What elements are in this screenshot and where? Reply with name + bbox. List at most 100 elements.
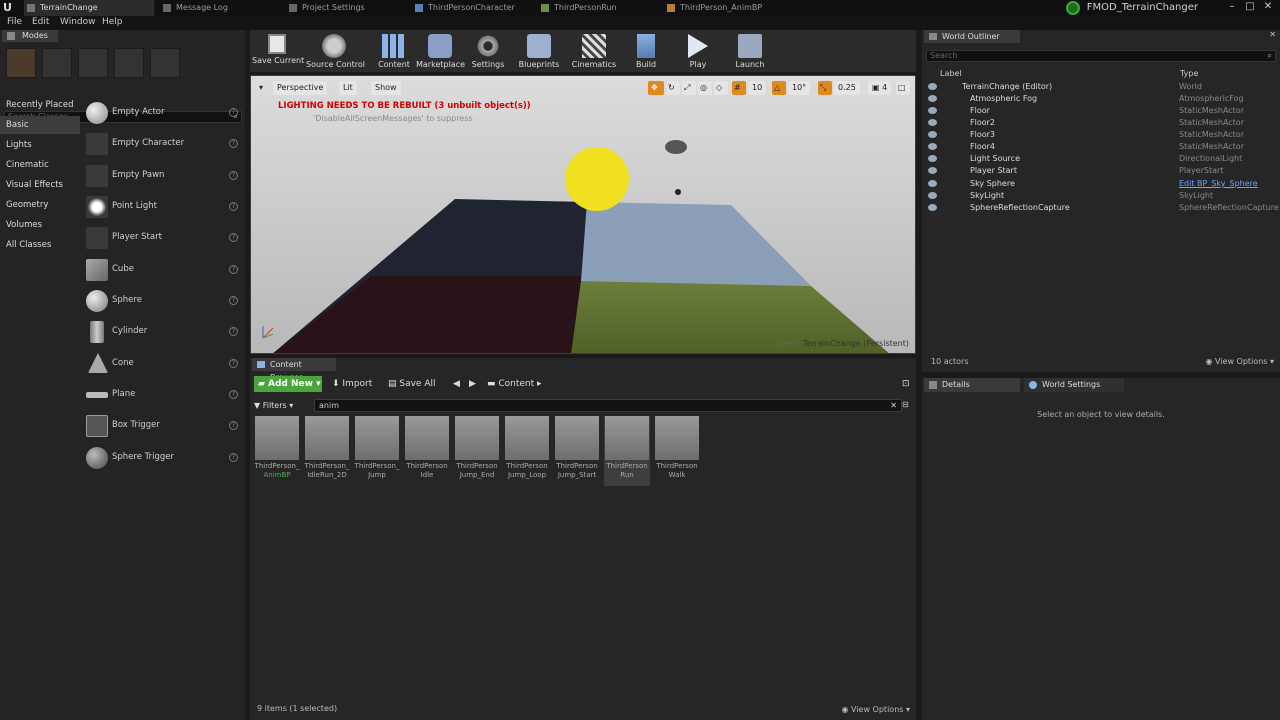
outliner-search-input[interactable]: Search ⌕ <box>926 50 1276 62</box>
outliner-row[interactable]: TerrainChange (Editor) World <box>922 81 1280 93</box>
asset-tile[interactable]: ThirdPerson Walk <box>654 416 700 486</box>
lit-button[interactable]: Lit <box>339 81 357 95</box>
viewport-options-icon[interactable]: ▾ <box>257 81 271 95</box>
visibility-eye-icon[interactable] <box>928 131 937 138</box>
outliner-row[interactable]: Light Source DirectionalLight <box>922 153 1280 165</box>
place-item-empty-pawn[interactable]: Empty Pawn? <box>82 162 242 190</box>
category-all-classes[interactable]: All Classes <box>0 236 80 254</box>
details-tab[interactable]: Details <box>924 378 1020 392</box>
help-icon[interactable]: ? <box>229 202 238 211</box>
asset-tile[interactable]: ThirdPerson_ Jump <box>354 416 400 486</box>
visibility-eye-icon[interactable] <box>928 192 937 199</box>
grid-snap-icon[interactable]: # <box>732 81 746 95</box>
place-item-sphere-trigger[interactable]: Sphere Trigger? <box>82 444 242 472</box>
outliner-row[interactable]: Floor4 StaticMeshActor <box>922 141 1280 153</box>
level-viewport[interactable]: ▾ Perspective Lit Show ✥ ↻ ⤢ ◎ ◇ # 10 △ … <box>250 75 916 354</box>
asset-search-input[interactable]: anim ✕ <box>314 399 902 412</box>
scale-mode-icon[interactable]: ⤢ <box>682 81 696 95</box>
category-lights[interactable]: Lights <box>0 136 80 154</box>
visibility-eye-icon[interactable] <box>928 204 937 211</box>
perspective-button[interactable]: Perspective <box>273 81 328 95</box>
tab-thirdpersoncharacter[interactable]: ThirdPersonCharacter <box>412 0 532 16</box>
landscape-mode-icon[interactable] <box>78 48 108 78</box>
asset-tile[interactable]: ThirdPerson Jump_Start <box>554 416 600 486</box>
tab-project-settings[interactable]: Project Settings <box>286 0 406 16</box>
place-item-point-light[interactable]: Point Light? <box>82 193 242 221</box>
visibility-eye-icon[interactable] <box>928 143 937 150</box>
outliner-view-options-button[interactable]: ◉ View Options ▾ <box>1206 357 1275 366</box>
outliner-row[interactable]: SkyLight SkyLight <box>922 190 1280 202</box>
surface-snap-icon[interactable]: ◇ <box>714 81 728 95</box>
minimize-icon[interactable]: – <box>1224 0 1240 14</box>
source-control-status-icon[interactable] <box>1066 1 1080 15</box>
forward-arrow-icon[interactable]: ▶ <box>469 377 476 391</box>
marketplace-button[interactable]: Marketplace <box>416 32 465 72</box>
play-button[interactable]: Play <box>682 32 714 72</box>
build-button[interactable]: Build <box>630 32 662 72</box>
place-item-sphere[interactable]: Sphere? <box>82 287 242 315</box>
col-label-header[interactable]: Label <box>940 69 962 78</box>
import-button[interactable]: ⬇ Import <box>332 377 372 391</box>
place-item-cone[interactable]: Cone? <box>82 350 242 378</box>
category-basic[interactable]: Basic <box>0 116 80 134</box>
show-button[interactable]: Show <box>371 81 401 95</box>
outliner-row[interactable]: Player Start PlayerStart <box>922 165 1280 177</box>
help-icon[interactable]: ? <box>229 296 238 305</box>
menu-help[interactable]: Help <box>102 17 123 27</box>
help-icon[interactable]: ? <box>229 359 238 368</box>
maximize-icon[interactable]: □ <box>1242 0 1258 14</box>
visibility-eye-icon[interactable] <box>928 155 937 162</box>
help-icon[interactable]: ? <box>229 108 238 117</box>
launch-button[interactable]: Launch <box>732 32 768 72</box>
content-button[interactable]: Content <box>374 32 414 72</box>
asset-tile[interactable]: ThirdPerson Idle <box>404 416 450 486</box>
foliage-mode-icon[interactable] <box>114 48 144 78</box>
clear-search-icon[interactable]: ✕ <box>890 400 897 411</box>
world-local-icon[interactable]: ◎ <box>698 81 712 95</box>
help-icon[interactable]: ? <box>229 327 238 336</box>
place-item-player-start[interactable]: Player Start? <box>82 224 242 252</box>
help-icon[interactable]: ? <box>229 233 238 242</box>
category-visual-effects[interactable]: Visual Effects <box>0 176 80 194</box>
settings-button[interactable]: Settings <box>468 32 508 72</box>
help-icon[interactable]: ? <box>229 453 238 462</box>
place-mode-icon[interactable] <box>6 48 36 78</box>
category-cinematic[interactable]: Cinematic <box>0 156 80 174</box>
place-item-cube[interactable]: Cube? <box>82 256 242 284</box>
outliner-row[interactable]: Floor3 StaticMeshActor <box>922 129 1280 141</box>
visibility-eye-icon[interactable] <box>928 119 937 126</box>
help-icon[interactable]: ? <box>229 390 238 399</box>
tab-thirdpersonrun[interactable]: ThirdPersonRun <box>538 0 658 16</box>
rotate-mode-icon[interactable]: ↻ <box>666 81 680 95</box>
place-item-empty-character[interactable]: Empty Character? <box>82 130 242 158</box>
tab-message-log[interactable]: Message Log <box>160 0 280 16</box>
asset-tile[interactable]: ThirdPerson_ AnimBP <box>254 416 300 486</box>
world-settings-tab[interactable]: World Settings <box>1024 378 1124 392</box>
tab-thirdperson-animbp[interactable]: ThirdPerson_AnimBP <box>664 0 786 16</box>
rotation-snap-value[interactable]: 10° <box>788 81 811 95</box>
source-control-button[interactable]: Source Control <box>306 32 365 72</box>
select-mode-icon[interactable]: ✥ <box>648 81 664 95</box>
asset-tile-selected[interactable]: ThirdPerson Run <box>604 416 650 486</box>
content-view-options-button[interactable]: ◉ View Options ▾ <box>842 705 911 714</box>
world-outliner-tab[interactable]: World Outliner <box>924 30 1020 43</box>
asset-tile[interactable]: ThirdPerson Jump_Loop <box>504 416 550 486</box>
visibility-eye-icon[interactable] <box>928 83 937 90</box>
unreal-logo-icon[interactable]: U <box>3 2 15 14</box>
menu-edit[interactable]: Edit <box>32 17 49 27</box>
outliner-row[interactable]: Sky Sphere Edit BP_Sky_Sphere <box>922 178 1280 190</box>
filters-button[interactable]: ▼ Filters ▾ <box>254 400 308 412</box>
save-search-icon[interactable]: ⊟ <box>902 400 909 409</box>
place-item-plane[interactable]: Plane? <box>82 381 242 409</box>
place-item-box-trigger[interactable]: Box Trigger? <box>82 412 242 440</box>
place-item-empty-actor[interactable]: Empty Actor? <box>82 99 242 127</box>
help-icon[interactable]: ? <box>229 421 238 430</box>
place-item-cylinder[interactable]: Cylinder? <box>82 318 242 346</box>
cinematics-button[interactable]: Cinematics <box>570 32 618 72</box>
close-tab-icon[interactable]: ✕ <box>1269 30 1276 39</box>
scale-snap-icon[interactable]: ⤡ <box>818 81 832 95</box>
rotation-snap-icon[interactable]: △ <box>772 81 786 95</box>
visibility-eye-icon[interactable] <box>928 180 937 187</box>
edit-blueprint-link[interactable]: Edit BP_Sky_Sphere <box>1179 178 1258 190</box>
maximize-viewport-icon[interactable]: □ <box>896 81 910 95</box>
